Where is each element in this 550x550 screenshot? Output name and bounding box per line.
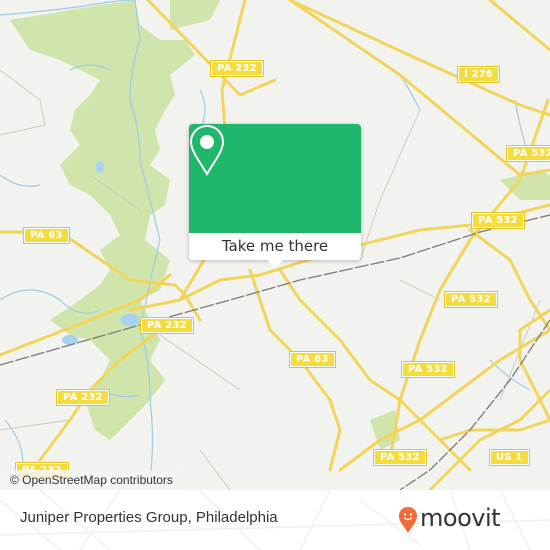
moovit-wordmark: moovit <box>420 504 501 532</box>
map-attribution[interactable]: © OpenStreetMap contributors <box>0 470 181 490</box>
road-label-pa232: PA 232 <box>140 317 194 334</box>
location-pin-icon <box>189 124 225 176</box>
location-popup: Take me there <box>189 124 361 268</box>
popup-pointer <box>267 260 283 268</box>
road-label-pa532: PA 532 <box>401 361 455 378</box>
road-label-us1: US 1 <box>489 449 530 466</box>
road-label-pa63: PA 63 <box>23 227 70 244</box>
road-label-pa532: PA 532 <box>506 145 550 162</box>
road-label-pa532: PA 532 <box>444 291 498 308</box>
map[interactable]: PA 232 I 276 PA 532 PA 532 PA 63 PA 232 … <box>0 0 550 490</box>
popup-header <box>189 124 361 233</box>
road-label-pa232: PA 232 <box>56 389 110 406</box>
road-label-pa532: PA 532 <box>373 449 427 466</box>
road-label-pa532: PA 532 <box>471 212 525 229</box>
road-label-pa232: PA 232 <box>210 60 264 77</box>
road-label-i276: I 276 <box>456 66 501 83</box>
road-label-pa63: PA 63 <box>289 351 336 368</box>
footer: Juniper Properties Group, Philadelphia m… <box>0 490 550 550</box>
moovit-pin-icon <box>399 507 417 533</box>
take-me-there-button[interactable]: Take me there <box>189 233 361 260</box>
place-name: Juniper Properties Group, Philadelphia <box>20 509 278 526</box>
